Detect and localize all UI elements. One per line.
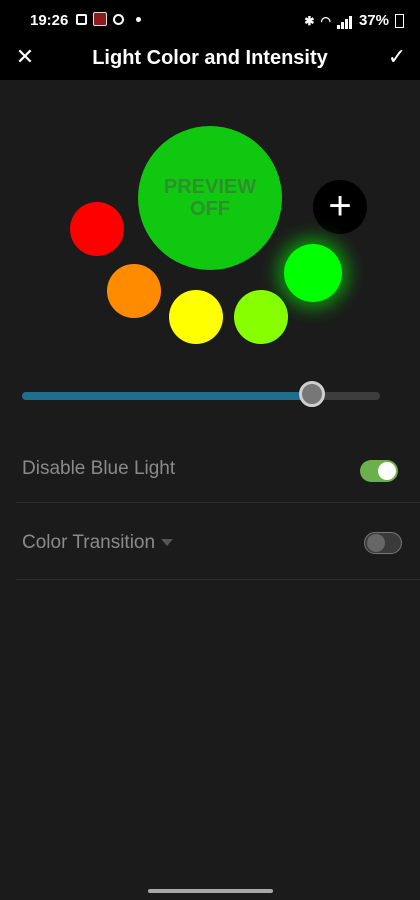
swatch-orange[interactable]	[107, 264, 161, 318]
disable-blue-light-label: Disable Blue Light	[22, 458, 176, 479]
swatch-green-selected[interactable]	[284, 244, 342, 302]
app-bar: ✕ Light Color and Intensity ✓	[0, 40, 420, 80]
intensity-slider-fill	[22, 392, 312, 400]
phone-icon	[113, 13, 124, 25]
color-preview[interactable]: PREVIEW OFF	[138, 126, 282, 270]
status-bar: 19:26 ✱ ◠ 37%	[0, 0, 420, 40]
disable-blue-light-toggle[interactable]	[360, 460, 398, 482]
gallery-icon	[76, 13, 87, 25]
more-notifications-icon	[136, 16, 141, 22]
swatch-yellow[interactable]	[169, 290, 223, 344]
battery-icon	[395, 13, 404, 28]
wifi-icon: ◠	[320, 13, 331, 28]
add-color-button[interactable]: +	[313, 180, 367, 234]
dropdown-caret-icon	[161, 539, 174, 547]
divider	[16, 502, 420, 503]
setting-row-disable-blue-light[interactable]: Disable Blue Light	[0, 430, 420, 508]
intensity-slider[interactable]	[22, 381, 380, 407]
color-transition-toggle[interactable]	[364, 532, 402, 554]
status-right: ✱ ◠ 37%	[304, 12, 404, 29]
preview-label-line1: PREVIEW	[163, 176, 257, 198]
color-transition-label[interactable]: Color Transition	[22, 532, 174, 554]
setting-row-color-transition[interactable]: Color Transition	[0, 504, 420, 582]
home-indicator[interactable]	[148, 889, 273, 893]
preview-label-line2: OFF	[190, 198, 230, 220]
toggle-knob	[367, 534, 385, 552]
notification-icons	[76, 12, 141, 26]
check-icon[interactable]: ✓	[382, 42, 412, 72]
status-time: 19:26	[30, 12, 69, 29]
page-title: Light Color and Intensity	[92, 47, 328, 69]
swatch-red[interactable]	[70, 202, 124, 256]
plus-icon: +	[328, 184, 352, 228]
toggle-knob	[378, 462, 396, 480]
bluetooth-icon: ✱	[304, 13, 315, 28]
color-transition-text: Color Transition	[22, 532, 156, 553]
app-notification-icon	[93, 12, 107, 26]
signal-icon	[336, 12, 353, 29]
battery-text: 37%	[358, 12, 389, 29]
swatch-lime[interactable]	[234, 290, 288, 344]
divider	[16, 579, 420, 580]
intensity-slider-thumb[interactable]	[298, 381, 325, 407]
